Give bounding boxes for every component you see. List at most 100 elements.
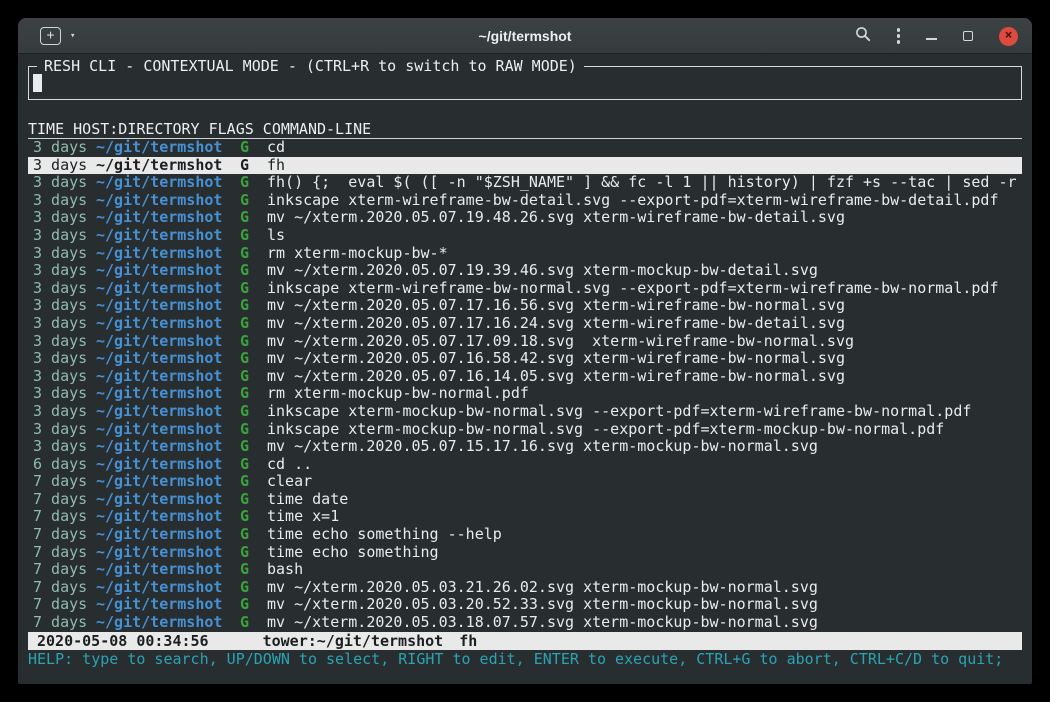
row-cmd: clear <box>267 473 1022 491</box>
history-row[interactable]: 6 days ~/git/termshot G cd .. <box>28 456 1022 474</box>
row-time: 3 days <box>33 297 96 315</box>
row-flags: G <box>240 561 267 579</box>
row-flags: G <box>240 139 267 157</box>
status-bar: 2020-05-08 00:34:56 tower:~/git/termshot… <box>28 632 1022 650</box>
history-row[interactable]: 3 days ~/git/termshot G fh <box>28 157 1022 175</box>
row-time: 7 days <box>33 544 96 562</box>
history-row[interactable]: 3 days ~/git/termshot G mv ~/xterm.2020.… <box>28 333 1022 351</box>
row-cmd: cd <box>267 139 1022 157</box>
history-row[interactable]: 3 days ~/git/termshot G inkscape xterm-w… <box>28 192 1022 210</box>
history-row[interactable]: 3 days ~/git/termshot G inkscape xterm-w… <box>28 280 1022 298</box>
history-row[interactable]: 3 days ~/git/termshot G rm xterm-mockup-… <box>28 385 1022 403</box>
row-cmd: time echo something --help <box>267 526 1022 544</box>
row-flags: G <box>240 333 267 351</box>
row-flags: G <box>240 456 267 474</box>
row-time: 3 days <box>33 174 96 192</box>
row-time: 3 days <box>33 438 96 456</box>
history-row[interactable]: 3 days ~/git/termshot G rm xterm-mockup-… <box>28 245 1022 263</box>
history-row[interactable]: 7 days ~/git/termshot G mv ~/xterm.2020.… <box>28 596 1022 614</box>
terminal-content[interactable]: RESH CLI - CONTEXTUAL MODE - (CTRL+R to … <box>18 66 1032 684</box>
row-time: 7 days <box>33 579 96 597</box>
row-flags: G <box>240 544 267 562</box>
row-time: 6 days <box>33 456 96 474</box>
row-host: ~/git/termshot <box>96 139 240 157</box>
row-flags: G <box>240 315 267 333</box>
history-row[interactable]: 7 days ~/git/termshot G clear <box>28 473 1022 491</box>
row-flags: G <box>240 368 267 386</box>
history-row[interactable]: 3 days ~/git/termshot G mv ~/xterm.2020.… <box>28 262 1022 280</box>
new-tab-button[interactable]: + <box>40 27 61 45</box>
row-time: 7 days <box>33 614 96 632</box>
row-time: 3 days <box>33 280 96 298</box>
row-flags: G <box>240 280 267 298</box>
row-host: ~/git/termshot <box>96 385 240 403</box>
close-icon[interactable]: × <box>999 27 1018 46</box>
history-row[interactable]: 7 days ~/git/termshot G time echo someth… <box>28 526 1022 544</box>
row-flags: G <box>240 491 267 509</box>
history-row[interactable]: 7 days ~/git/termshot G time date <box>28 491 1022 509</box>
row-host: ~/git/termshot <box>96 368 240 386</box>
history-row[interactable]: 7 days ~/git/termshot G mv ~/xterm.2020.… <box>28 614 1022 632</box>
row-time: 3 days <box>33 421 96 439</box>
row-time: 3 days <box>33 403 96 421</box>
history-row[interactable]: 7 days ~/git/termshot G time x=1 <box>28 508 1022 526</box>
row-time: 3 days <box>33 245 96 263</box>
row-cmd: fh() {; eval $( ([ -n "$ZSH_NAME" ] && f… <box>267 174 1022 192</box>
search-panel[interactable]: RESH CLI - CONTEXTUAL MODE - (CTRL+R to … <box>28 66 1022 100</box>
menu-kebab-icon[interactable] <box>897 28 901 44</box>
row-cmd: bash <box>267 561 1022 579</box>
row-host: ~/git/termshot <box>96 473 240 491</box>
row-time: 3 days <box>33 385 96 403</box>
row-cmd: mv ~/xterm.2020.05.07.17.09.18.svg xterm… <box>267 333 1022 351</box>
row-flags: G <box>240 508 267 526</box>
row-cmd: mv ~/xterm.2020.05.07.19.39.46.svg xterm… <box>267 262 1022 280</box>
row-flags: G <box>240 297 267 315</box>
status-command: fh <box>459 632 477 650</box>
search-icon[interactable] <box>855 26 871 46</box>
history-row[interactable]: 3 days ~/git/termshot G inkscape xterm-m… <box>28 403 1022 421</box>
row-cmd: inkscape xterm-mockup-bw-normal.svg --ex… <box>267 403 1022 421</box>
history-row[interactable]: 3 days ~/git/termshot G fh() {; eval $( … <box>28 174 1022 192</box>
history-row[interactable]: 3 days ~/git/termshot G cd <box>28 139 1022 157</box>
row-cmd: fh <box>267 157 1022 175</box>
row-time: 3 days <box>33 315 96 333</box>
history-row[interactable]: 7 days ~/git/termshot G mv ~/xterm.2020.… <box>28 579 1022 597</box>
search-panel-title: RESH CLI - CONTEXTUAL MODE - (CTRL+R to … <box>37 57 584 75</box>
history-row[interactable]: 3 days ~/git/termshot G mv ~/xterm.2020.… <box>28 350 1022 368</box>
row-cmd: mv ~/xterm.2020.05.03.18.07.57.svg xterm… <box>267 614 1022 632</box>
history-row[interactable]: 7 days ~/git/termshot G bash <box>28 561 1022 579</box>
help-line: HELP: type to search, UP/DOWN to select,… <box>28 650 1022 668</box>
row-host: ~/git/termshot <box>96 491 240 509</box>
row-host: ~/git/termshot <box>96 508 240 526</box>
new-tab-icon: + <box>47 29 55 43</box>
row-cmd: mv ~/xterm.2020.05.03.21.26.02.svg xterm… <box>267 579 1022 597</box>
restore-icon[interactable] <box>963 31 973 41</box>
history-row[interactable]: 3 days ~/git/termshot G mv ~/xterm.2020.… <box>28 368 1022 386</box>
row-host: ~/git/termshot <box>96 403 240 421</box>
row-host: ~/git/termshot <box>96 262 240 280</box>
row-time: 3 days <box>33 333 96 351</box>
row-host: ~/git/termshot <box>96 456 240 474</box>
row-cmd: mv ~/xterm.2020.05.07.17.16.56.svg xterm… <box>267 297 1022 315</box>
row-host: ~/git/termshot <box>96 579 240 597</box>
history-row[interactable]: 3 days ~/git/termshot G inkscape xterm-m… <box>28 421 1022 439</box>
row-host: ~/git/termshot <box>96 245 240 263</box>
row-cmd: mv ~/xterm.2020.05.07.15.17.16.svg xterm… <box>267 438 1022 456</box>
titlebar[interactable]: + ▾ ~/git/termshot × <box>18 18 1032 54</box>
row-host: ~/git/termshot <box>96 544 240 562</box>
history-row[interactable]: 3 days ~/git/termshot G mv ~/xterm.2020.… <box>28 438 1022 456</box>
row-cmd: mv ~/xterm.2020.05.07.16.14.05.svg xterm… <box>267 368 1022 386</box>
minimize-icon[interactable] <box>926 38 937 40</box>
history-row[interactable]: 7 days ~/git/termshot G time echo someth… <box>28 544 1022 562</box>
row-cmd: inkscape xterm-mockup-bw-normal.svg --ex… <box>267 421 1022 439</box>
history-row[interactable]: 3 days ~/git/termshot G mv ~/xterm.2020.… <box>28 297 1022 315</box>
history-row[interactable]: 3 days ~/git/termshot G mv ~/xterm.2020.… <box>28 209 1022 227</box>
row-host: ~/git/termshot <box>96 350 240 368</box>
row-time: 3 days <box>33 368 96 386</box>
history-row[interactable]: 3 days ~/git/termshot G mv ~/xterm.2020.… <box>28 315 1022 333</box>
row-cmd: time echo something <box>267 544 1022 562</box>
chevron-down-icon[interactable]: ▾ <box>70 31 75 41</box>
history-row[interactable]: 3 days ~/git/termshot G ls <box>28 227 1022 245</box>
row-cmd: rm xterm-mockup-bw-* <box>267 245 1022 263</box>
row-flags: G <box>240 174 267 192</box>
